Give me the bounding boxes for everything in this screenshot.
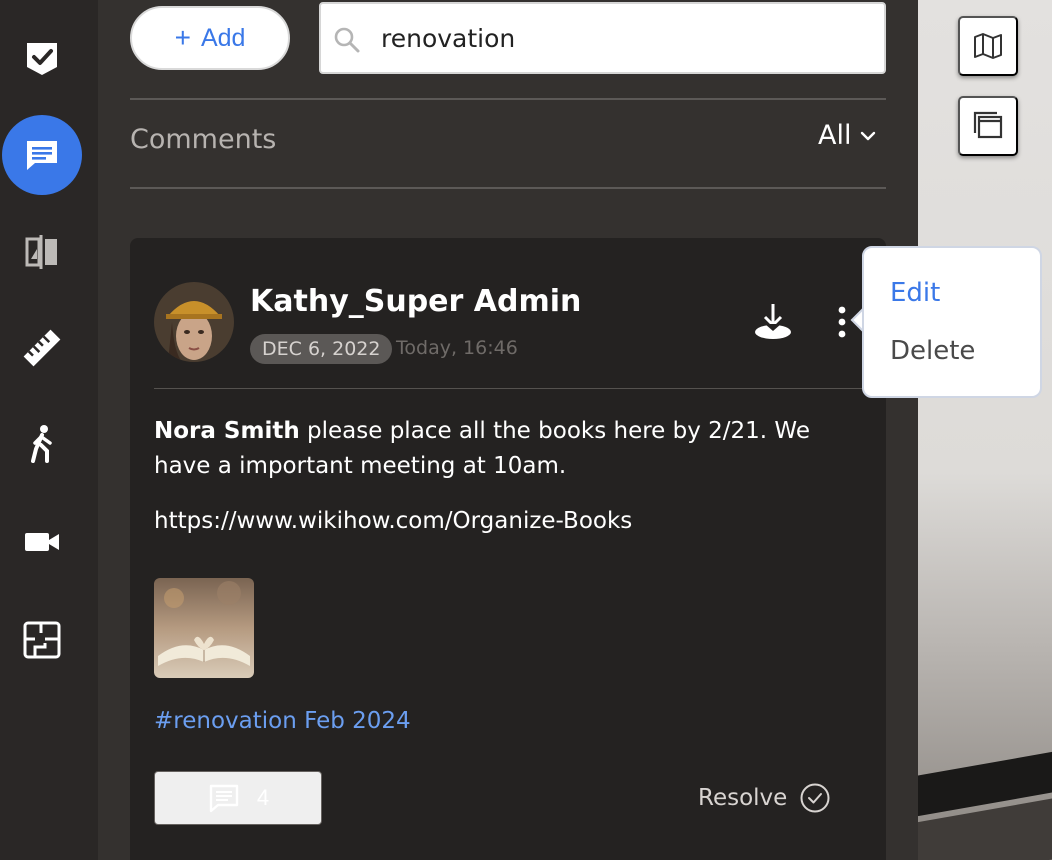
replies-button[interactable]: 4 (154, 771, 322, 825)
search-box (319, 2, 886, 74)
menu-item-delete[interactable]: Delete (890, 336, 975, 366)
comment-author: Kathy_Super Admin (250, 284, 582, 319)
filter-dropdown[interactable]: All (818, 120, 877, 151)
comment-body: Nora Smith please place all the books he… (154, 414, 834, 484)
map-icon (974, 33, 1002, 59)
rail-walkthrough-button[interactable] (2, 404, 82, 484)
check-circle-icon (800, 783, 830, 813)
comment-icon (27, 141, 57, 170)
layers-window-icon (973, 111, 1003, 139)
attachment-thumbnail[interactable] (154, 578, 254, 678)
divider (130, 98, 886, 100)
avatar (154, 282, 234, 362)
comment-time: Today, 16:46 (396, 337, 518, 359)
hashtag-link[interactable]: #renovation Feb 2024 (154, 708, 411, 734)
section-title: Comments (130, 124, 277, 155)
filter-value: All (818, 120, 852, 151)
search-icon (334, 27, 360, 53)
rail-compare-button[interactable] (2, 212, 82, 292)
menu-item-edit[interactable]: Edit (890, 278, 940, 308)
rail-video-button[interactable] (2, 502, 82, 582)
left-rail (0, 0, 98, 860)
search-input[interactable] (381, 23, 861, 53)
comment-card: Kathy_Super Admin DEC 6, 2022 Today, 16:… (130, 238, 886, 860)
add-button-label: Add (200, 23, 246, 52)
comments-panel: + Add Comments All (98, 0, 918, 860)
mention[interactable]: Nora Smith (154, 418, 300, 444)
more-vertical-icon[interactable] (830, 302, 854, 342)
chevron-down-icon (861, 131, 876, 140)
rail-comments-button[interactable] (2, 115, 82, 195)
resolve-button[interactable]: Resolve (698, 782, 831, 814)
resolve-label: Resolve (698, 785, 788, 811)
comment-outline-icon (209, 784, 239, 813)
add-button[interactable]: + Add (130, 6, 290, 70)
divider (130, 187, 886, 189)
walking-person-icon (31, 425, 52, 463)
reply-count: 4 (256, 785, 270, 810)
ruler-icon (23, 329, 61, 367)
date-badge: DEC 6, 2022 (250, 334, 393, 364)
floorplan-icon (23, 621, 61, 659)
rail-tasks-button[interactable] (2, 18, 82, 98)
comment-link[interactable]: https://www.wikihow.com/Organize-Books (154, 508, 632, 534)
gallery-button[interactable] (958, 96, 1018, 156)
comment-options-menu: Edit Delete (862, 246, 1042, 398)
card-divider (154, 388, 862, 389)
check-shield-icon (27, 43, 57, 75)
split-compare-icon (25, 235, 57, 269)
locate-down-icon[interactable] (752, 300, 794, 342)
rail-floorplan-button[interactable] (2, 600, 82, 680)
map-button[interactable] (958, 16, 1018, 76)
video-camera-icon (25, 533, 59, 551)
plus-icon: + (174, 22, 191, 53)
rail-measure-button[interactable] (2, 308, 82, 388)
